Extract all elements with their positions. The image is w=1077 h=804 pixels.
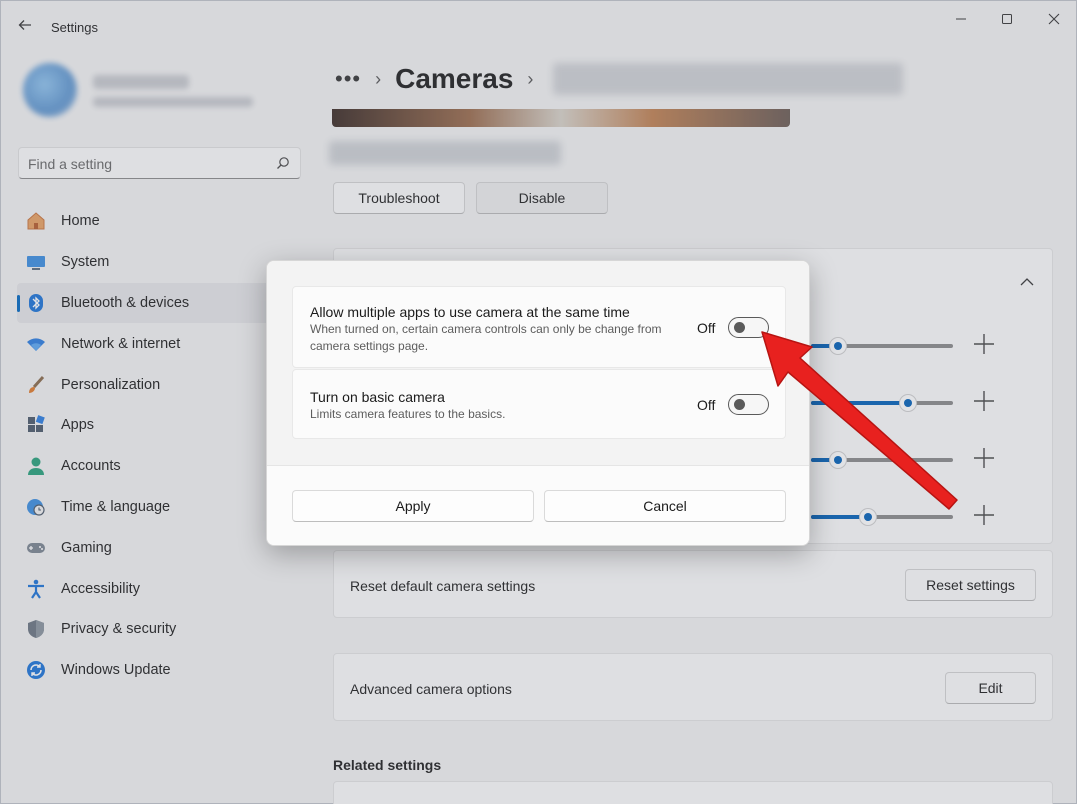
multiple-apps-option: Allow multiple apps to use camera at the… <box>292 286 786 368</box>
dialog-footer: Apply Cancel <box>267 465 809 545</box>
toggle-state-label: Off <box>697 397 716 413</box>
basic-camera-toggle[interactable] <box>728 394 769 415</box>
basic-camera-option: Turn on basic camera Limits camera featu… <box>292 369 786 439</box>
apply-button[interactable]: Apply <box>292 490 534 522</box>
option-title: Allow multiple apps to use camera at the… <box>310 304 630 320</box>
dialog-body: Allow multiple apps to use camera at the… <box>267 261 809 465</box>
option-title: Turn on basic camera <box>310 389 445 405</box>
multiple-apps-toggle[interactable] <box>728 317 769 338</box>
toggle-state-label: Off <box>697 320 716 336</box>
camera-options-dialog: Allow multiple apps to use camera at the… <box>266 260 810 546</box>
option-description: When turned on, certain camera controls … <box>310 322 662 353</box>
cancel-button[interactable]: Cancel <box>544 490 786 522</box>
option-description: Limits camera features to the basics. <box>310 407 506 421</box>
